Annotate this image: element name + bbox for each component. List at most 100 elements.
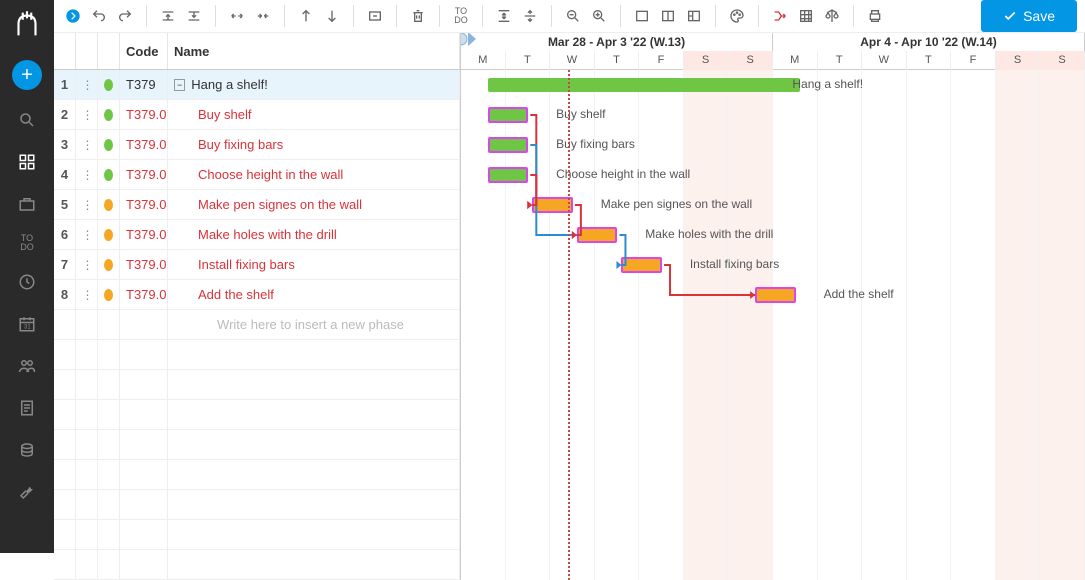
insert-above-icon[interactable]: [157, 5, 179, 27]
drag-handle-icon[interactable]: ⋮: [76, 250, 98, 279]
expand-all-icon[interactable]: [519, 5, 541, 27]
drag-handle-icon[interactable]: ⋮: [76, 130, 98, 159]
day-header[interactable]: S: [1040, 51, 1085, 70]
day-header[interactable]: W: [862, 51, 907, 70]
gantt-bar[interactable]: [532, 197, 573, 213]
gantt-bar-label: Install fixing bars: [690, 257, 779, 271]
layout3-icon[interactable]: [683, 5, 705, 27]
todo-nav[interactable]: TO DO: [20, 234, 34, 252]
layout1-icon[interactable]: [631, 5, 653, 27]
insert-below-icon[interactable]: [183, 5, 205, 27]
task-row[interactable]: 2⋮ T379.01Buy shelf: [54, 100, 460, 130]
task-row[interactable]: 1⋮T379−Hang a shelf!: [54, 70, 460, 100]
zoom-out-icon[interactable]: [562, 5, 584, 27]
drag-handle-icon[interactable]: ⋮: [76, 70, 98, 99]
palette-icon[interactable]: [726, 5, 748, 27]
gantt-bar[interactable]: [488, 167, 529, 183]
gantt-bar[interactable]: [488, 78, 800, 92]
print-icon[interactable]: [864, 5, 886, 27]
task-row[interactable]: 5⋮T379.04Make pen signes on the wall: [54, 190, 460, 220]
expand-icon[interactable]: [62, 5, 84, 27]
task-name[interactable]: −Hang a shelf!: [168, 70, 460, 99]
drag-handle-icon[interactable]: ⋮: [76, 160, 98, 189]
move-up-icon[interactable]: [295, 5, 317, 27]
critical-path-icon[interactable]: [769, 5, 791, 27]
day-header[interactable]: F: [951, 51, 996, 70]
coins-icon[interactable]: [15, 438, 39, 462]
undo-icon[interactable]: [88, 5, 110, 27]
gantt-bar[interactable]: [488, 107, 529, 123]
task-code[interactable]: T379.01: [120, 100, 168, 129]
col-code[interactable]: Code: [120, 33, 168, 69]
task-row[interactable]: 7⋮T379.06Install fixing bars: [54, 250, 460, 280]
row-index: 2: [54, 100, 76, 129]
zoom-in-icon[interactable]: [588, 5, 610, 27]
task-name[interactable]: Make pen signes on the wall: [168, 190, 460, 219]
balance-icon[interactable]: [821, 5, 843, 27]
task-name[interactable]: Add the shelf: [168, 280, 460, 309]
grid-icon[interactable]: [795, 5, 817, 27]
wrench-icon[interactable]: [15, 480, 39, 504]
dashboard-icon[interactable]: [15, 150, 39, 174]
day-header[interactable]: S: [996, 51, 1041, 70]
task-code[interactable]: T379.02: [120, 130, 168, 159]
task-name[interactable]: Install fixing bars: [168, 250, 460, 279]
search-icon[interactable]: [15, 108, 39, 132]
redo-icon[interactable]: [114, 5, 136, 27]
gantt-bar[interactable]: [488, 137, 529, 153]
task-name[interactable]: Make holes with the drill: [168, 220, 460, 249]
day-header[interactable]: T: [818, 51, 863, 70]
day-header[interactable]: T: [506, 51, 551, 70]
delete-icon[interactable]: [407, 5, 429, 27]
task-code[interactable]: T379.07: [120, 280, 168, 309]
outdent-icon[interactable]: [226, 5, 248, 27]
task-name[interactable]: Buy fixing bars: [168, 130, 460, 159]
day-header[interactable]: M: [461, 51, 506, 70]
calendar-icon[interactable]: 31: [15, 312, 39, 336]
task-row[interactable]: 8⋮T379.07Add the shelf: [54, 280, 460, 310]
drag-handle-icon[interactable]: ⋮: [76, 100, 98, 129]
move-down-icon[interactable]: [321, 5, 343, 27]
split-slider[interactable]: [461, 33, 476, 46]
drag-handle-icon[interactable]: ⋮: [76, 190, 98, 219]
task-code[interactable]: T379.06: [120, 250, 168, 279]
task-row[interactable]: 3⋮T379.02Buy fixing bars: [54, 130, 460, 160]
task-code[interactable]: T379.05: [120, 220, 168, 249]
save-button[interactable]: Save: [981, 0, 1077, 32]
status-dot: [98, 190, 120, 219]
task-row[interactable]: 4⋮T379.03Choose height in the wall: [54, 160, 460, 190]
app-logo: [9, 6, 45, 42]
indent-icon[interactable]: [252, 5, 274, 27]
day-header[interactable]: S: [728, 51, 773, 70]
clock-icon[interactable]: [15, 270, 39, 294]
task-name[interactable]: Buy shelf: [168, 100, 460, 129]
day-header[interactable]: W: [550, 51, 595, 70]
col-name[interactable]: Name: [168, 33, 460, 69]
minimize-icon[interactable]: [364, 5, 386, 27]
new-phase-input[interactable]: Write here to insert a new phase: [168, 310, 460, 339]
gantt-bar[interactable]: [577, 227, 618, 243]
task-name[interactable]: Choose height in the wall: [168, 160, 460, 189]
day-header[interactable]: T: [907, 51, 952, 70]
day-header[interactable]: F: [639, 51, 684, 70]
drag-handle-icon[interactable]: ⋮: [76, 280, 98, 309]
people-icon[interactable]: [15, 354, 39, 378]
gantt-bar[interactable]: [621, 257, 662, 273]
collapse-all-icon[interactable]: [493, 5, 515, 27]
week-header[interactable]: Mar 28 - Apr 3 '22 (W.13): [461, 33, 773, 51]
task-code[interactable]: T379.04: [120, 190, 168, 219]
document-icon[interactable]: [15, 396, 39, 420]
day-header[interactable]: S: [684, 51, 729, 70]
drag-handle-icon[interactable]: ⋮: [76, 220, 98, 249]
todo-toolbar-icon[interactable]: TO DO: [450, 5, 472, 27]
briefcase-icon[interactable]: [15, 192, 39, 216]
week-header[interactable]: Apr 4 - Apr 10 '22 (W.14): [773, 33, 1085, 51]
layout2-icon[interactable]: [657, 5, 679, 27]
task-row[interactable]: 6⋮T379.05Make holes with the drill: [54, 220, 460, 250]
day-header[interactable]: T: [595, 51, 640, 70]
day-header[interactable]: M: [773, 51, 818, 70]
gantt-bar[interactable]: [755, 287, 796, 303]
task-code[interactable]: T379.03: [120, 160, 168, 189]
add-button[interactable]: +: [12, 60, 42, 90]
task-code[interactable]: T379: [120, 70, 168, 99]
